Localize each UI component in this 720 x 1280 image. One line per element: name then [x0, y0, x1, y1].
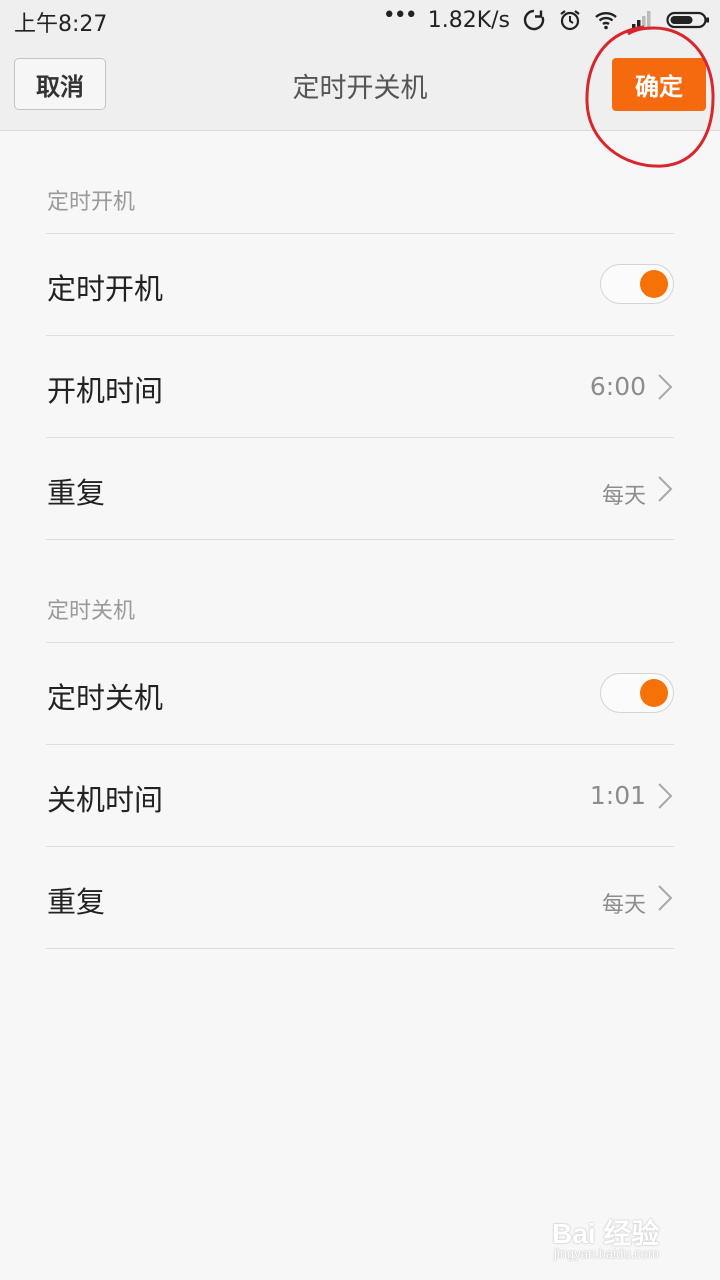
battery-icon	[666, 8, 710, 32]
power-on-time-value: 6:00	[589, 372, 646, 401]
power-on-time-label: 开机时间	[47, 374, 164, 408]
status-time: 上午8:27	[14, 12, 108, 37]
power-off-time-value: 1:01	[589, 781, 646, 810]
power-off-time-row[interactable]: 关机时间 1:01	[46, 745, 674, 846]
power-off-toggle[interactable]	[600, 673, 674, 713]
toggle-knob	[640, 679, 668, 707]
power-on-time-row[interactable]: 开机时间 6:00	[46, 336, 674, 437]
section-header-power-off: 定时关机	[47, 599, 136, 624]
network-speed: 1.82K/s	[427, 7, 510, 33]
divider	[46, 539, 674, 540]
power-on-toggle[interactable]	[600, 264, 674, 304]
chevron-right-icon	[656, 884, 674, 912]
power-on-repeat-label: 重复	[47, 476, 106, 510]
divider	[46, 948, 674, 949]
power-on-toggle-label: 定时开机	[47, 272, 164, 306]
power-off-toggle-label: 定时关机	[47, 681, 164, 715]
section-header-power-on: 定时开机	[47, 190, 136, 215]
sync-icon	[522, 8, 546, 32]
power-off-repeat-row[interactable]: 重复 每天	[46, 847, 674, 948]
watermark-url: jingyan.baidu.com	[554, 1246, 659, 1261]
page-title: 定时开关机	[292, 73, 428, 104]
power-on-repeat-value: 每天	[601, 484, 646, 509]
chevron-right-icon	[656, 475, 674, 503]
chevron-right-icon	[656, 373, 674, 401]
toggle-knob	[640, 270, 668, 298]
power-off-repeat-label: 重复	[47, 885, 106, 919]
power-off-time-label: 关机时间	[47, 783, 164, 817]
chevron-right-icon	[656, 782, 674, 810]
cancel-button[interactable]: 取消	[14, 58, 106, 110]
power-off-repeat-value: 每天	[601, 893, 646, 918]
more-notifications-icon: •••	[382, 3, 418, 28]
baidu-jingyan-watermark: Bai 经验 jingyan.baidu.com	[552, 1212, 692, 1268]
status-bar: 上午8:27 ••• 1.82K/s	[0, 0, 720, 40]
signal-icon	[630, 8, 654, 32]
confirm-button[interactable]: 确定	[612, 58, 706, 111]
power-on-repeat-row[interactable]: 重复 每天	[46, 438, 674, 539]
status-icons: ••• 1.82K/s	[383, 5, 710, 35]
alarm-icon	[558, 8, 582, 32]
wifi-icon	[594, 8, 618, 32]
power-on-toggle-row[interactable]: 定时开机	[46, 234, 674, 335]
power-off-toggle-row[interactable]: 定时关机	[46, 643, 674, 744]
title-bar: 取消 定时开关机 确定	[0, 40, 720, 131]
